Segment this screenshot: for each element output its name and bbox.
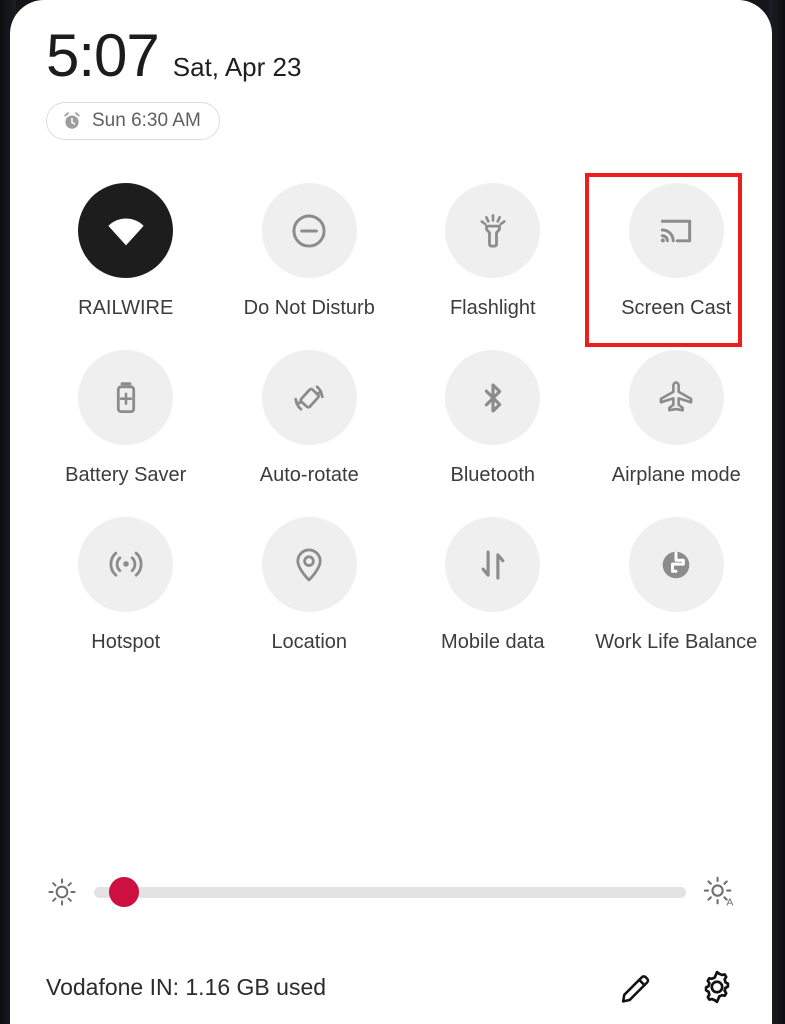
tile-hotspot[interactable]: Hotspot [34, 517, 218, 654]
clock-date: Sat, Apr 23 [172, 52, 302, 82]
bluetooth-icon [472, 377, 514, 419]
tile-label: RAILWIRE [78, 297, 174, 319]
status-header: 5:07 Sat, Apr 23 Sun 6:30 AM [46, 26, 736, 140]
tile-circle [78, 350, 174, 445]
tile-label: Work Life Balance [595, 631, 758, 653]
battery-saver-icon [105, 377, 147, 419]
brightness-slider-track[interactable] [94, 877, 686, 907]
brightness-low-icon [46, 876, 78, 908]
alarm-chip[interactable]: Sun 6:30 AM [46, 102, 220, 140]
tile-label: Auto-rotate [259, 464, 359, 486]
tile-flashlight[interactable]: Flashlight [401, 183, 585, 320]
screen-cast-icon [655, 210, 697, 252]
tile-auto-rotate[interactable]: Auto-rotate [218, 350, 402, 487]
tile-label: Bluetooth [450, 464, 535, 486]
tile-label: Hotspot [91, 631, 161, 653]
auto-rotate-icon [288, 377, 330, 419]
tile-do-not-disturb[interactable]: Do Not Disturb [218, 183, 402, 320]
tile-circle [628, 350, 724, 445]
tile-label: Airplane mode [611, 464, 741, 486]
tile-label: Battery Saver [65, 464, 187, 486]
tile-circle [445, 183, 541, 278]
tile-circle [445, 350, 541, 445]
tile-circle [261, 517, 357, 612]
mobile-data-icon [472, 544, 514, 586]
tile-circle [628, 183, 724, 278]
clock-time[interactable]: 5:07 [46, 26, 160, 86]
footer-bar: Vodafone IN: 1.16 GB used [46, 968, 736, 1006]
clock-row: 5:07 Sat, Apr 23 [46, 26, 736, 86]
brightness-slider-row: A [46, 875, 736, 909]
alarm-time-label: Sun 6:30 AM [92, 110, 201, 131]
tile-screen-cast[interactable]: Screen Cast [585, 183, 769, 320]
quick-settings-screen: 5:07 Sat, Apr 23 Sun 6:30 AM RAILWIRE Do… [0, 0, 785, 1024]
tile-airplane-mode[interactable]: Airplane mode [585, 350, 769, 487]
tile-railwire[interactable]: RAILWIRE [34, 183, 218, 320]
flashlight-icon [472, 210, 514, 252]
tile-circle [445, 517, 541, 612]
tile-circle [78, 517, 174, 612]
brightness-auto-icon[interactable]: A [702, 875, 736, 909]
airplane-icon [655, 377, 697, 419]
tile-battery-saver[interactable]: Battery Saver [34, 350, 218, 487]
tile-label: Mobile data [441, 631, 545, 653]
do-not-disturb-icon [288, 210, 330, 252]
tile-location[interactable]: Location [218, 517, 402, 654]
tile-circle [261, 183, 357, 278]
wifi-icon [103, 208, 149, 254]
pencil-icon[interactable] [618, 969, 654, 1005]
tile-circle [628, 517, 724, 612]
tile-label: Location [271, 631, 348, 653]
brightness-slider-thumb[interactable] [108, 877, 139, 907]
work-life-balance-icon [655, 544, 697, 586]
alarm-clock-icon [61, 110, 83, 132]
tile-bluetooth[interactable]: Bluetooth [401, 350, 585, 487]
tile-mobile-data[interactable]: Mobile data [401, 517, 585, 654]
tile-circle [78, 183, 174, 278]
data-usage-label[interactable]: Vodafone IN: 1.16 GB used [46, 974, 618, 1001]
tile-label: Do Not Disturb [243, 297, 375, 319]
location-pin-icon [288, 544, 330, 586]
svg-text:A: A [726, 898, 733, 909]
footer-actions [618, 968, 736, 1006]
tile-label: Screen Cast [621, 297, 732, 319]
quick-settings-panel: 5:07 Sat, Apr 23 Sun 6:30 AM RAILWIRE Do… [10, 0, 772, 1024]
tile-circle [261, 350, 357, 445]
gear-icon[interactable] [698, 968, 736, 1006]
quick-settings-tile-grid: RAILWIRE Do Not Disturb Flashlight Scree… [34, 183, 768, 654]
tile-work-life-balance[interactable]: Work Life Balance [585, 517, 769, 654]
tile-label: Flashlight [449, 297, 536, 319]
hotspot-icon [105, 544, 147, 586]
